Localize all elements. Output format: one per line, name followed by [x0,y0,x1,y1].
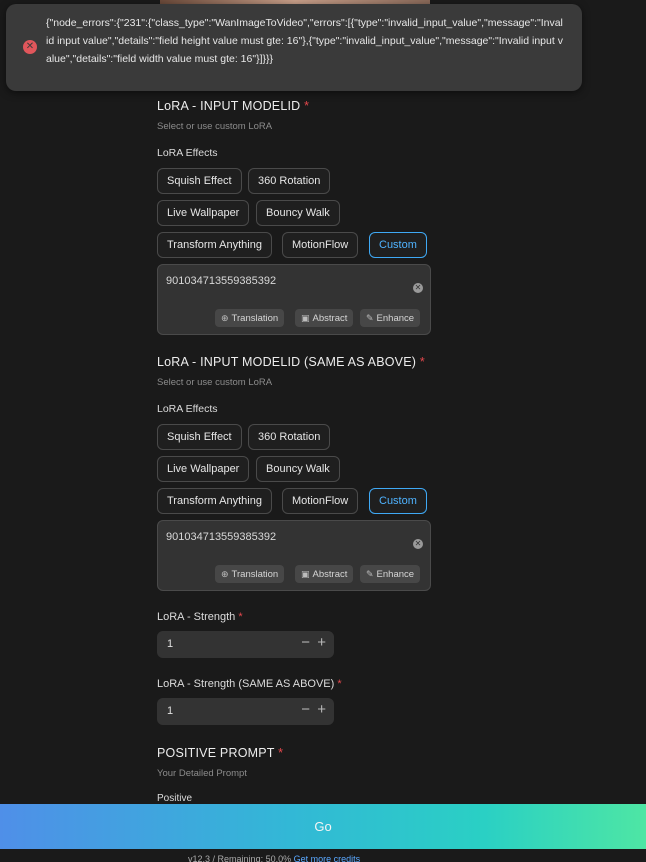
remaining-text: / Remaining: 50.0% [212,854,292,862]
chip-motionflow-2[interactable]: MotionFlow [282,488,359,514]
lora-modelid-hint: Select or use custom LoRA [157,121,273,132]
clear-icon[interactable]: ✕ [413,283,423,293]
lora-modelid-title-text: LoRA - INPUT MODELID [157,99,301,113]
lora-modelid-2-title-text: LoRA - INPUT MODELID (SAME AS ABOVE) [157,355,417,369]
required-marker: * [304,99,310,113]
get-more-credits-link[interactable]: Get more credits [294,854,361,862]
lora-strength-stepper[interactable]: 1 − + [157,631,334,658]
chip-motionflow[interactable]: MotionFlow [282,232,359,258]
translation-label: Translation [231,569,279,580]
required-marker: * [278,746,284,760]
lora-strength-label-text: LoRA - Strength [157,611,236,623]
lora-strength-value[interactable]: 1 [167,638,173,650]
lora-effects-label: LoRA Effects [157,147,218,159]
translation-button-2[interactable]: ⊕ Translation [215,565,285,583]
model-id-value-2[interactable]: 901034713559385392 [166,531,276,543]
wand-icon: ✎ [366,313,374,323]
globe-icon: ⊕ [221,569,229,579]
minus-icon[interactable]: − [301,634,310,652]
abstract-button-2[interactable]: ▣ Abstract [295,565,354,583]
required-marker: * [238,611,243,623]
chip-custom[interactable]: Custom [369,232,427,258]
chip-squish-effect[interactable]: Squish Effect [157,168,242,194]
go-button[interactable]: Go [0,804,646,849]
chip-squish-effect-2[interactable]: Squish Effect [157,424,242,450]
custom-model-id-input[interactable]: 901034713559385392 ✕ ⊕ Translation ▣ Abstr… [157,264,431,335]
translation-label: Translation [231,313,279,324]
positive-prompt-hint: Your Detailed Prompt [157,768,247,779]
credits-footer: v12.3 / Remaining: 50.0% Get more credit… [188,854,360,862]
lora-strength-2-label-text: LoRA - Strength (SAME AS ABOVE) [157,678,335,690]
chip-live-wallpaper[interactable]: Live Wallpaper [157,200,250,226]
chip-transform-anything-2[interactable]: Transform Anything [157,488,272,514]
lora-strength-2-value[interactable]: 1 [167,705,173,717]
abstract-label: Abstract [312,569,348,580]
positive-prompt-title-text: POSITIVE PROMPT [157,746,275,760]
wand-icon: ✎ [366,569,374,579]
lora-strength-2-stepper[interactable]: 1 − + [157,698,334,725]
chip-bouncy-walk-2[interactable]: Bouncy Walk [256,456,340,482]
error-message: {"node_errors":{"231":{"class_type":"Wan… [46,17,563,65]
lora-modelid-2-title: LoRA - INPUT MODELID (SAME AS ABOVE) * [157,355,425,369]
chip-transform-anything[interactable]: Transform Anything [157,232,272,258]
image-icon: ▣ [301,313,310,323]
chip-custom-2[interactable]: Custom [369,488,427,514]
enhance-button[interactable]: ✎ Enhance [360,309,421,327]
abstract-button[interactable]: ▣ Abstract [295,309,354,327]
required-marker: * [419,355,425,369]
enhance-label: Enhance [376,569,415,580]
lora-effects-2-label: LoRA Effects [157,403,218,415]
lora-strength-label: LoRA - Strength * [157,611,243,623]
chip-360-rotation-2[interactable]: 360 Rotation [248,424,331,450]
translation-button[interactable]: ⊕ Translation [215,309,285,327]
plus-icon[interactable]: + [317,634,326,652]
error-icon: ✕ [23,40,37,54]
lora-modelid-2-hint: Select or use custom LoRA [157,377,273,388]
image-icon: ▣ [301,569,310,579]
chip-bouncy-walk[interactable]: Bouncy Walk [256,200,340,226]
globe-icon: ⊕ [221,313,229,323]
plus-icon[interactable]: + [317,701,326,719]
enhance-button-2[interactable]: ✎ Enhance [360,565,421,583]
positive-prompt-title: POSITIVE PROMPT * [157,746,283,760]
error-toast: ✕ {"node_errors":{"231":{"class_type":"W… [6,4,582,91]
required-marker: * [337,678,342,690]
custom-model-id-input-2[interactable]: 901034713559385392 ✕ ⊕ Translation ▣ Abstr… [157,520,431,591]
clear-icon[interactable]: ✕ [413,539,423,549]
lora-strength-2-label: LoRA - Strength (SAME AS ABOVE) * [157,678,342,690]
enhance-label: Enhance [376,313,415,324]
chip-360-rotation[interactable]: 360 Rotation [248,168,331,194]
lora-modelid-title: LoRA - INPUT MODELID * [157,99,309,113]
chip-live-wallpaper-2[interactable]: Live Wallpaper [157,456,250,482]
model-id-value[interactable]: 901034713559385392 [166,275,276,287]
positive-field-label: Positive [157,793,193,803]
version-text: v12.3 [188,854,211,862]
minus-icon[interactable]: − [301,701,310,719]
abstract-label: Abstract [312,313,348,324]
